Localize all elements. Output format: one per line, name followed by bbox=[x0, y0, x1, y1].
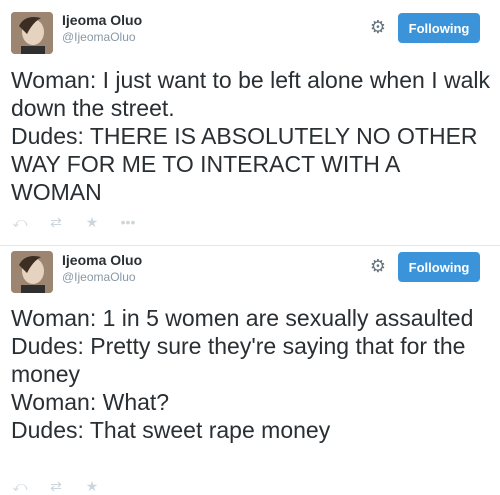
star-icon[interactable]: ★ bbox=[83, 214, 101, 231]
more-icon[interactable]: ••• bbox=[119, 214, 137, 231]
author-name[interactable]: Ijeoma Oluo bbox=[62, 12, 142, 28]
tweet-actions: ⤺ ⇄ ★ ••• bbox=[11, 214, 137, 231]
author-handle[interactable]: @IjeomaOluo bbox=[62, 30, 136, 44]
author-handle[interactable]: @IjeomaOluo bbox=[62, 270, 136, 284]
following-button[interactable]: Following bbox=[398, 13, 480, 43]
following-button[interactable]: Following bbox=[398, 252, 480, 282]
avatar[interactable] bbox=[11, 251, 53, 293]
avatar[interactable] bbox=[11, 12, 53, 54]
tweet-text: Woman: 1 in 5 women are sexually assault… bbox=[11, 305, 474, 443]
tweet-card: Ijeoma Oluo @IjeomaOluo ⚙ Following Woma… bbox=[0, 0, 500, 245]
tweet-text: Woman: I just want to be left alone when… bbox=[11, 67, 490, 205]
gear-icon[interactable]: ⚙ bbox=[368, 256, 388, 276]
tweet-card: Ijeoma Oluo @IjeomaOluo ⚙ Following Woma… bbox=[0, 246, 500, 487]
reply-icon[interactable]: ⤺ bbox=[11, 214, 29, 231]
retweet-icon[interactable]: ⇄ bbox=[47, 214, 65, 231]
author-name[interactable]: Ijeoma Oluo bbox=[62, 252, 142, 268]
gear-icon[interactable]: ⚙ bbox=[368, 17, 388, 37]
